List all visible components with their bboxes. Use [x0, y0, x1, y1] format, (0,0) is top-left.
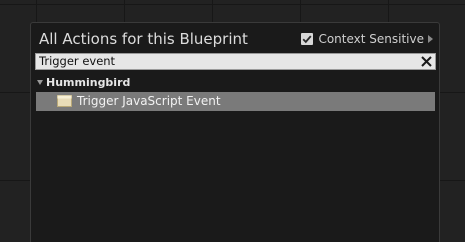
context-sensitive-checkbox[interactable]: [301, 33, 314, 45]
function-node-icon: [57, 95, 72, 107]
action-item-trigger-javascript-event[interactable]: Trigger JavaScript Event: [36, 92, 435, 111]
action-menu-title: All Actions for this Blueprint: [39, 30, 248, 48]
close-icon[interactable]: [420, 55, 433, 68]
chevron-down-icon[interactable]: [37, 79, 43, 85]
category-label: Hummingbird: [46, 75, 131, 89]
action-menu-panel: All Actions for this Blueprint Context S…: [30, 22, 440, 242]
chevron-right-icon[interactable]: [428, 35, 433, 43]
context-sensitive-toggle[interactable]: Context Sensitive: [301, 32, 433, 46]
search-input[interactable]: [36, 54, 414, 69]
action-menu-header: All Actions for this Blueprint Context S…: [31, 23, 439, 53]
category-hummingbird[interactable]: Hummingbird: [37, 75, 130, 89]
checkmark-icon: [303, 35, 312, 44]
search-box: [35, 53, 436, 70]
action-item-label: Trigger JavaScript Event: [77, 94, 221, 108]
context-sensitive-label: Context Sensitive: [318, 32, 424, 46]
